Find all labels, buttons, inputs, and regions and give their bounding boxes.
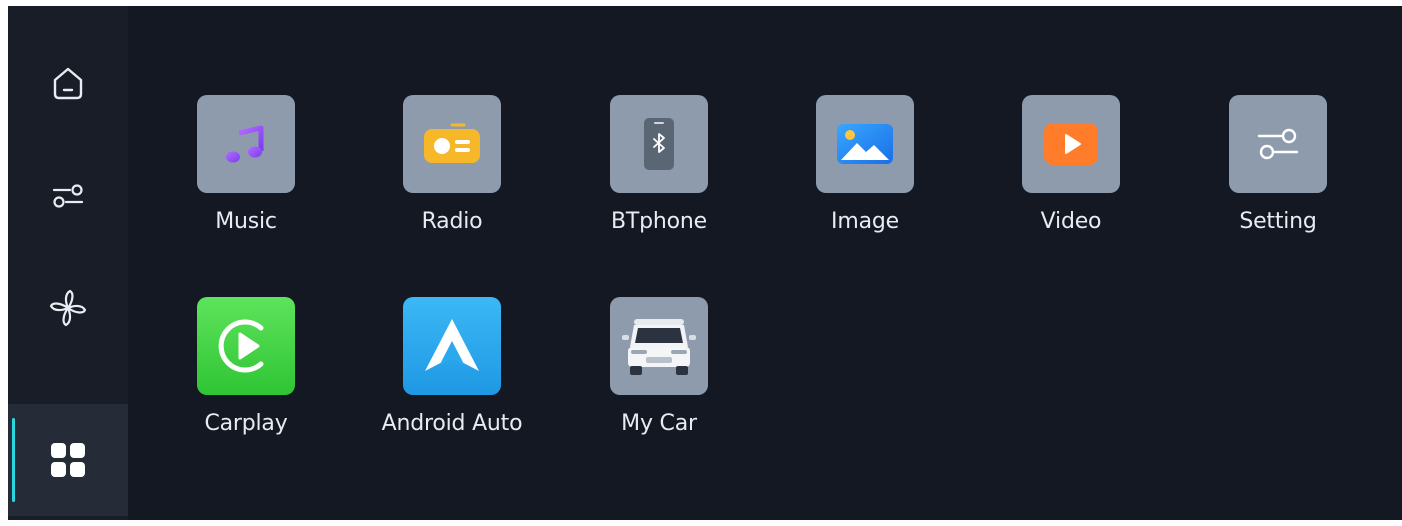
bluetooth-phone-icon [610, 95, 708, 193]
image-icon [816, 95, 914, 193]
app-my-car[interactable]: My Car [564, 297, 754, 457]
app-label: My Car [621, 411, 697, 436]
app-label: Video [1040, 209, 1102, 234]
sidebar-item-controls[interactable] [8, 140, 128, 252]
app-radio[interactable]: Radio [357, 95, 547, 255]
app-setting[interactable]: Setting [1183, 95, 1373, 255]
sidebar-item-home[interactable] [8, 28, 128, 140]
sidebar-item-fan[interactable] [8, 252, 128, 364]
app-music[interactable]: Music [151, 95, 341, 255]
app-label: Carplay [204, 411, 288, 436]
sliders-icon [48, 176, 88, 216]
apps-grid-icon [48, 440, 88, 480]
app-btphone[interactable]: BTphone [564, 95, 754, 255]
app-label: Radio [421, 209, 483, 234]
app-label: Music [215, 209, 277, 234]
video-play-icon [1022, 95, 1120, 193]
home-icon [48, 64, 88, 104]
app-label: Image [831, 209, 899, 234]
app-label: Android Auto [381, 411, 523, 436]
app-launcher-screen: Music Radio BTphone Image Video Setting … [8, 6, 1402, 520]
sidebar [8, 6, 128, 520]
settings-sliders-icon [1229, 95, 1327, 193]
radio-icon [403, 95, 501, 193]
fan-icon [47, 287, 89, 329]
app-android-auto[interactable]: Android Auto [357, 297, 547, 457]
car-icon [610, 297, 708, 395]
android-auto-icon [403, 297, 501, 395]
app-video[interactable]: Video [976, 95, 1166, 255]
app-image[interactable]: Image [770, 95, 960, 255]
app-carplay[interactable]: Carplay [151, 297, 341, 457]
active-indicator [12, 418, 15, 502]
carplay-icon [197, 297, 295, 395]
sidebar-item-apps[interactable] [8, 404, 128, 516]
app-label: BTphone [611, 209, 707, 234]
app-label: Setting [1239, 209, 1317, 234]
music-icon [197, 95, 295, 193]
